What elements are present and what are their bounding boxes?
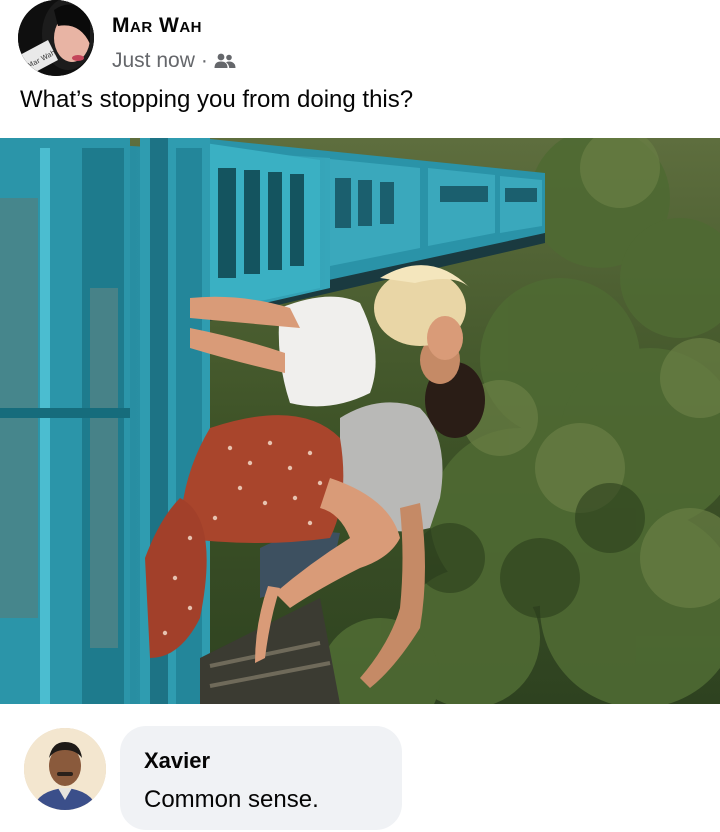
post-author-name[interactable]: Mar Wah	[112, 14, 202, 38]
commenter-avatar[interactable]	[24, 728, 106, 810]
commenter-name[interactable]: Xavier	[144, 748, 210, 774]
comment: Xavier Common sense.	[0, 716, 720, 832]
friends-icon[interactable]	[214, 52, 236, 70]
comment-text: Common sense.	[144, 786, 319, 813]
comment-bubble: Xavier Common sense.	[120, 726, 402, 830]
post-timestamp[interactable]: Just now	[112, 49, 195, 73]
author-avatar[interactable]: Mar Wah	[18, 0, 94, 76]
post-meta: Just now ·	[112, 48, 236, 74]
post-header: Mar Wah Mar Wah Just now ·	[0, 0, 720, 90]
post-photo[interactable]	[0, 138, 720, 704]
post-text: What’s stopping you from doing this?	[20, 86, 414, 113]
meta-separator: ·	[200, 49, 208, 72]
